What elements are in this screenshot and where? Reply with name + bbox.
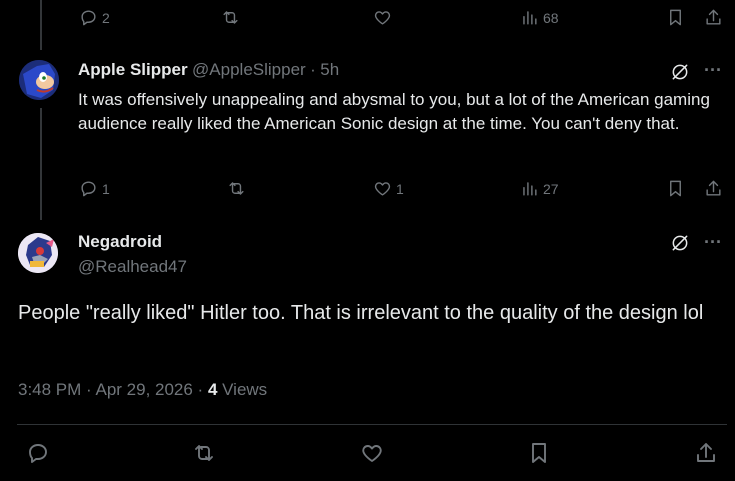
bookmark-icon xyxy=(532,443,546,463)
reply-header: Apple Slipper @AppleSlipper · 5h xyxy=(78,60,339,80)
share-icon xyxy=(706,9,721,25)
reply-button[interactable]: 1 xyxy=(79,179,110,198)
time-separator: · xyxy=(310,60,316,79)
retweet-button-top[interactable] xyxy=(221,8,240,27)
reply-text: It was offensively unappealing and abysm… xyxy=(78,90,710,133)
heart-icon xyxy=(362,445,382,462)
author-name[interactable]: Negadroid xyxy=(78,232,162,252)
grok-icon xyxy=(672,64,688,80)
heart-icon xyxy=(374,182,391,196)
reply-icon xyxy=(29,444,47,463)
reply-icon xyxy=(81,181,96,197)
views-count: 4 xyxy=(207,380,218,399)
more-icon: ··· xyxy=(704,60,722,80)
reply-count: 2 xyxy=(102,9,110,26)
bookmark-icon xyxy=(670,180,681,197)
share-button-top[interactable] xyxy=(704,8,723,27)
heart-icon xyxy=(374,11,391,25)
reply-count: 1 xyxy=(102,180,110,197)
post-meta: 3:48 PM · Apr 29, 2026 · 4 Views xyxy=(18,380,267,400)
avatar-apple-slipper[interactable] xyxy=(19,60,59,100)
more-button-main[interactable]: ··· xyxy=(704,232,722,253)
share-button-main[interactable] xyxy=(694,441,718,465)
bookmark-icon xyxy=(670,9,681,26)
views-count: 27 xyxy=(543,180,559,197)
reply-button-main[interactable] xyxy=(26,441,50,465)
divider xyxy=(17,424,727,425)
bookmark-button-main[interactable] xyxy=(527,441,551,465)
post-timestamp[interactable]: 3:48 PM · Apr 29, 2026 · xyxy=(18,380,208,399)
views-count: 68 xyxy=(543,9,559,26)
views-button-top[interactable]: 68 xyxy=(520,8,559,27)
main-text: People "really liked" Hitler too. That i… xyxy=(18,302,704,324)
like-button[interactable]: 1 xyxy=(373,179,404,198)
like-button-top[interactable] xyxy=(373,8,392,27)
share-icon xyxy=(706,180,721,196)
retweet-icon xyxy=(195,445,213,461)
grok-icon xyxy=(672,235,688,251)
views-icon xyxy=(523,182,537,196)
grok-button-reply[interactable] xyxy=(670,62,690,82)
reply-button-top[interactable]: 2 xyxy=(79,8,110,27)
like-button-main[interactable] xyxy=(360,441,384,465)
share-button[interactable] xyxy=(704,179,723,198)
views-button[interactable]: 27 xyxy=(520,179,559,198)
author-handle[interactable]: @Realhead47 xyxy=(78,257,187,277)
like-count: 1 xyxy=(396,180,404,197)
retweet-button[interactable] xyxy=(227,179,246,198)
bookmark-button[interactable] xyxy=(666,179,685,198)
more-icon: ··· xyxy=(704,232,722,252)
views-icon xyxy=(523,11,537,25)
views-label: Views xyxy=(217,380,268,399)
share-icon xyxy=(697,443,715,462)
thread-line-reply xyxy=(40,108,42,220)
author-name[interactable]: Apple Slipper xyxy=(78,60,188,79)
more-button-reply[interactable]: ··· xyxy=(704,60,722,81)
retweet-button-main[interactable] xyxy=(192,441,216,465)
retweet-icon xyxy=(223,11,238,24)
post-time[interactable]: 5h xyxy=(320,60,339,79)
avatar-negadroid[interactable] xyxy=(18,233,58,273)
metal-sonic-avatar-icon xyxy=(18,233,58,273)
sonic-avatar-icon xyxy=(19,60,59,100)
grok-button-main[interactable] xyxy=(670,233,690,253)
author-handle[interactable]: @AppleSlipper xyxy=(192,60,306,79)
thread-line-top xyxy=(40,0,42,50)
retweet-icon xyxy=(229,182,244,195)
bookmark-button-top[interactable] xyxy=(666,8,685,27)
reply-icon xyxy=(81,10,96,26)
